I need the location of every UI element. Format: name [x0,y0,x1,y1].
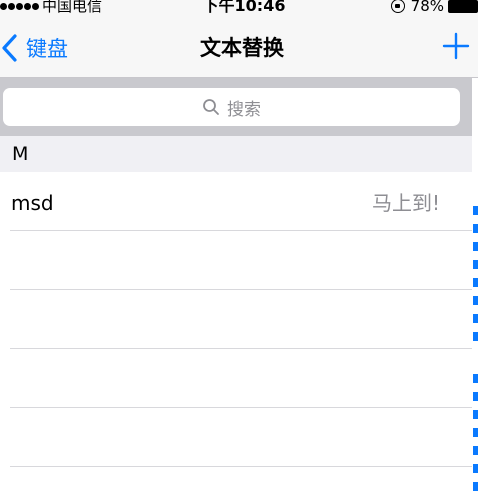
index-mark [473,374,478,383]
section-index[interactable] [473,196,478,495]
index-mark [473,392,478,401]
rotation-lock-icon [390,0,405,13]
search-input[interactable]: 搜索 [3,88,460,126]
index-mark [473,464,478,473]
index-mark [473,242,478,251]
section-letter: M [12,143,29,165]
index-mark [473,314,478,323]
page-title: 文本替换 [200,36,284,60]
row-separator [10,466,472,467]
search-area: 搜索 [0,78,472,136]
list-item[interactable]: msd 马上到! [0,172,472,231]
section-header: M [0,136,472,172]
nav-bar: 键盘 文本替换 [0,16,478,78]
index-mark [473,224,478,233]
index-mark [473,428,478,437]
index-mark [473,206,478,215]
index-mark [473,482,478,491]
battery-percent: 78% [410,0,444,15]
list-item [0,290,472,349]
index-mark [473,296,478,305]
list-item [0,231,472,290]
index-mark [473,278,478,287]
row-shortcut: msd [11,191,54,215]
battery-icon [448,0,478,13]
index-mark [473,332,478,341]
list-item [0,349,472,408]
list-item [0,408,472,467]
status-bar: 中国电信 下午10:46 78% [0,0,478,16]
index-mark [473,410,478,419]
plus-icon[interactable] [442,31,470,61]
status-right: 78% [390,0,478,16]
search-icon [203,99,219,115]
row-phrase: 马上到! [371,191,440,215]
search-placeholder: 搜索 [227,99,261,120]
index-mark [473,260,478,269]
index-mark [473,446,478,455]
